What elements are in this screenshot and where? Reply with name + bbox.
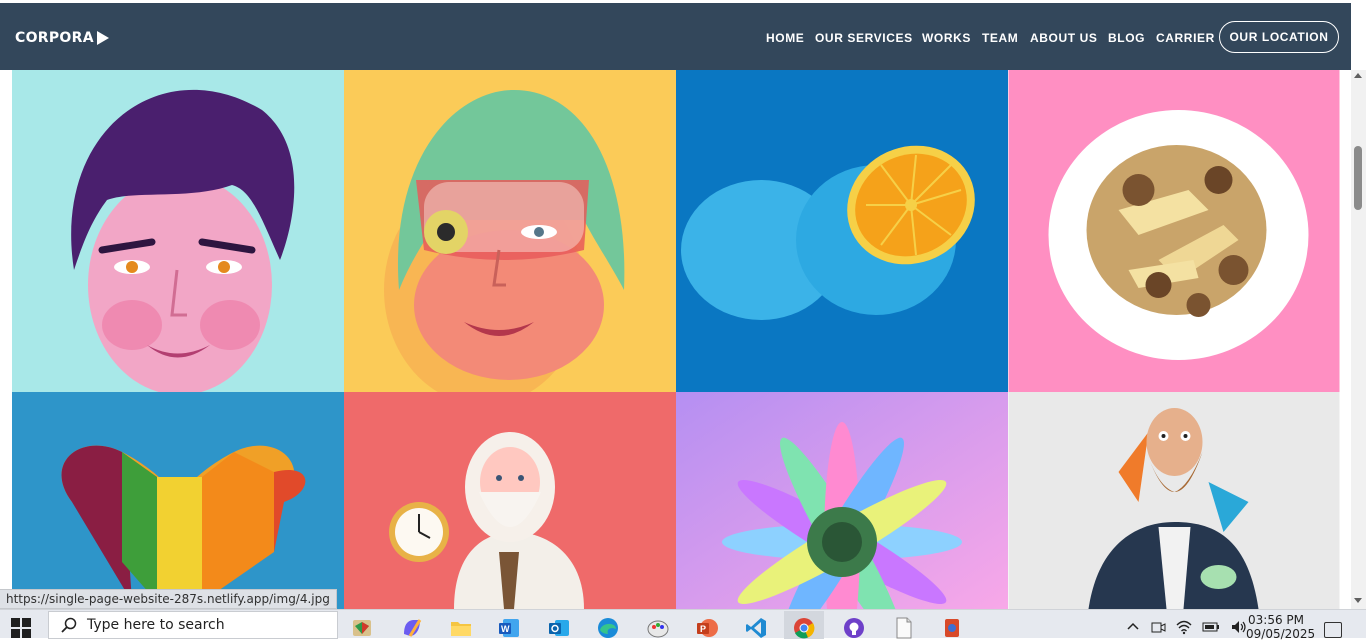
- outlook-icon[interactable]: [547, 616, 571, 640]
- paint-icon[interactable]: [646, 616, 670, 640]
- search-icon: [61, 617, 77, 633]
- powerpoint-icon[interactable]: P: [695, 616, 719, 640]
- play-icon: [96, 31, 109, 45]
- scroll-thumb[interactable]: [1354, 146, 1362, 210]
- nav-works[interactable]: WORKS: [922, 31, 971, 45]
- svg-text:P: P: [700, 624, 706, 634]
- battery-icon[interactable]: [1202, 619, 1220, 635]
- flower-photo: [676, 392, 1008, 609]
- scroll-up-icon[interactable]: [1354, 73, 1362, 78]
- search-placeholder: Type here to search: [87, 617, 225, 633]
- chevron-up-icon[interactable]: [1126, 620, 1140, 634]
- svg-text:W: W: [501, 624, 510, 634]
- gallery-item-candy-heart[interactable]: [12, 392, 344, 609]
- notepad-icon[interactable]: [892, 616, 916, 640]
- works-gallery: [12, 70, 1340, 609]
- clock-date: 09/05/2025: [1246, 627, 1316, 641]
- site-logo[interactable]: CORPORA: [15, 30, 109, 46]
- scroll-down-icon[interactable]: [1354, 598, 1362, 603]
- chrome-icon[interactable]: [792, 616, 816, 640]
- nav-our-services[interactable]: OUR SERVICES: [815, 31, 913, 45]
- word-icon[interactable]: W: [497, 616, 521, 640]
- gallery-item-face[interactable]: [12, 70, 344, 392]
- file-explorer-icon[interactable]: [350, 616, 374, 640]
- site-navbar: CORPORA HOME OUR SERVICES WORKS TEAM ABO…: [0, 3, 1351, 70]
- windows-taskbar: Type here to search W P 03:56 PM 09/05/2…: [0, 609, 1366, 641]
- edge-icon[interactable]: [596, 616, 620, 640]
- nav-about-us[interactable]: ABOUT US: [1030, 31, 1097, 45]
- clock-time: 03:56 PM: [1248, 613, 1304, 627]
- helmet-illustration: [344, 70, 676, 392]
- food-photo: [1008, 70, 1340, 392]
- link-preview-url: https://single-page-website-287s.netlify…: [0, 589, 337, 609]
- app-icon[interactable]: [940, 616, 964, 640]
- face-illustration: [12, 70, 344, 392]
- windows-start-icon[interactable]: [10, 617, 32, 639]
- orange-photo: [676, 70, 1008, 392]
- gallery-item-orange[interactable]: [676, 70, 1008, 392]
- candy-heart-photo: [12, 392, 344, 609]
- taskbar-search-input[interactable]: Type here to search: [48, 611, 338, 639]
- gallery-item-flower[interactable]: [676, 392, 1008, 609]
- logo-text: CORPORA: [15, 30, 94, 46]
- folder-icon[interactable]: [449, 616, 473, 640]
- nav-carrier[interactable]: CARRIER: [1156, 31, 1215, 45]
- github-icon[interactable]: [842, 616, 866, 640]
- gallery-item-bearded-man[interactable]: [1008, 392, 1340, 609]
- browser-viewport: CORPORA HOME OUR SERVICES WORKS TEAM ABO…: [0, 0, 1366, 609]
- old-man-illustration: [344, 392, 676, 609]
- nav-blog[interactable]: BLOG: [1108, 31, 1145, 45]
- our-location-button[interactable]: OUR LOCATION: [1219, 21, 1339, 53]
- taskbar-clock[interactable]: 03:56 PM 09/05/2025: [1246, 613, 1316, 641]
- nav-team[interactable]: TEAM: [982, 31, 1018, 45]
- notification-icon[interactable]: [1324, 622, 1342, 638]
- copilot-icon[interactable]: [400, 616, 424, 640]
- vscode-icon[interactable]: [744, 616, 768, 640]
- wifi-icon[interactable]: [1176, 619, 1192, 635]
- nav-home[interactable]: HOME: [766, 31, 804, 45]
- gallery-item-food[interactable]: [1008, 70, 1340, 392]
- meet-icon[interactable]: [1150, 619, 1166, 635]
- gallery-item-old-man[interactable]: [344, 392, 676, 609]
- gallery-item-helmet[interactable]: [344, 70, 676, 392]
- bearded-man-photo: [1008, 392, 1340, 609]
- page-scrollbar[interactable]: [1351, 70, 1366, 609]
- system-tray: [1126, 616, 1248, 638]
